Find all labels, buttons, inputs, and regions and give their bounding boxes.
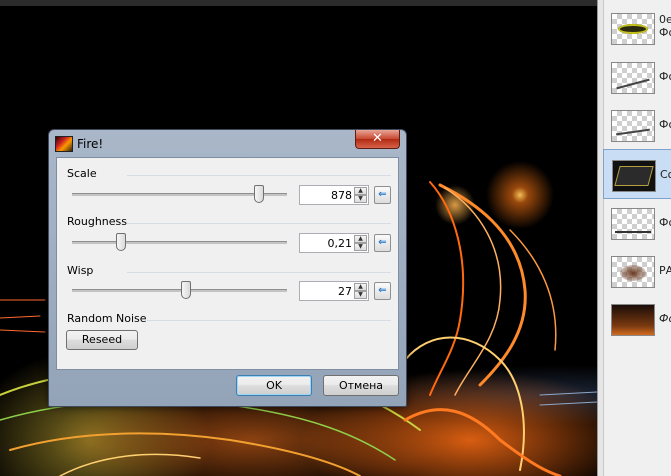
layer-thumbnail bbox=[611, 13, 655, 45]
layer-thumbnail bbox=[611, 62, 655, 94]
layer-thumbnail bbox=[612, 160, 656, 192]
spin-up-icon[interactable]: ▲ bbox=[354, 283, 367, 291]
reset-arrow-icon[interactable]: ⇐ bbox=[374, 186, 391, 204]
wisp-value: 27 bbox=[338, 285, 352, 298]
divider bbox=[127, 175, 391, 176]
layer-item[interactable]: 0eSФо bbox=[603, 3, 671, 53]
layer-name: Фо bbox=[659, 70, 671, 83]
divider bbox=[147, 320, 391, 321]
scale-spinbox[interactable]: 878 ▲ ▼ bbox=[299, 185, 369, 205]
dialog-content: Scale 878 ▲ ▼ ⇐ Roughness 0,21 ▲ ▼ ⇐ Wis… bbox=[56, 157, 399, 370]
layers-panel: 0eSФо Фо Фо Col Фо РА Фо bbox=[597, 0, 671, 476]
layer-thumbnail bbox=[611, 208, 655, 240]
scale-slider-thumb[interactable] bbox=[254, 185, 265, 203]
dialog-titlebar[interactable]: Fire! ✕ bbox=[49, 130, 406, 156]
layer-item[interactable]: Фо bbox=[603, 198, 671, 248]
layer-name: Фо bbox=[659, 118, 671, 131]
spin-down-icon[interactable]: ▼ bbox=[354, 243, 367, 251]
layer-name: Фо bbox=[659, 216, 671, 229]
spin-up-icon[interactable]: ▲ bbox=[354, 187, 367, 195]
fire-icon bbox=[55, 136, 73, 152]
layer-item-selected[interactable]: Col bbox=[603, 149, 671, 199]
layer-name: РА bbox=[659, 264, 671, 277]
roughness-label: Roughness bbox=[67, 215, 128, 228]
divider bbox=[127, 223, 391, 224]
layer-thumbnail bbox=[611, 110, 655, 142]
reseed-button[interactable]: Reseed bbox=[66, 330, 138, 350]
roughness-spinbox[interactable]: 0,21 ▲ ▼ bbox=[299, 233, 369, 253]
layer-item[interactable]: Фо bbox=[603, 52, 671, 102]
ok-button[interactable]: OK bbox=[236, 375, 312, 396]
spin-down-icon[interactable]: ▼ bbox=[354, 291, 367, 299]
layer-name: Col bbox=[660, 168, 671, 181]
roughness-value: 0,21 bbox=[327, 237, 353, 250]
scale-label: Scale bbox=[67, 167, 97, 180]
layer-item[interactable]: Фо bbox=[603, 294, 671, 344]
roughness-slider-thumb[interactable] bbox=[116, 233, 127, 251]
reset-arrow-icon[interactable]: ⇐ bbox=[374, 282, 391, 300]
reset-arrow-icon[interactable]: ⇐ bbox=[374, 234, 391, 252]
wisp-spinbox[interactable]: 27 ▲ ▼ bbox=[299, 281, 369, 301]
spin-up-icon[interactable]: ▲ bbox=[354, 235, 367, 243]
random-noise-label: Random Noise bbox=[67, 312, 147, 325]
fire-dialog: Fire! ✕ Scale 878 ▲ ▼ ⇐ Roughness 0,21 ▲… bbox=[48, 129, 407, 407]
wisp-slider-track[interactable] bbox=[72, 289, 287, 292]
layer-item[interactable]: Фо bbox=[603, 100, 671, 150]
close-button[interactable]: ✕ bbox=[355, 130, 400, 149]
layer-name: Фо bbox=[659, 312, 671, 325]
layer-thumbnail bbox=[611, 304, 655, 336]
scale-value: 878 bbox=[331, 189, 352, 202]
wisp-slider-thumb[interactable] bbox=[180, 281, 191, 299]
roughness-slider-track[interactable] bbox=[72, 241, 287, 244]
spin-down-icon[interactable]: ▼ bbox=[354, 195, 367, 203]
dialog-title: Fire! bbox=[77, 137, 104, 151]
divider bbox=[127, 272, 391, 273]
layer-item[interactable]: РА bbox=[603, 246, 671, 296]
layer-thumbnail bbox=[611, 256, 655, 288]
cancel-button[interactable]: Отмена bbox=[323, 375, 399, 396]
layer-name: 0eSФо bbox=[659, 13, 671, 39]
wisp-label: Wisp bbox=[67, 264, 94, 277]
